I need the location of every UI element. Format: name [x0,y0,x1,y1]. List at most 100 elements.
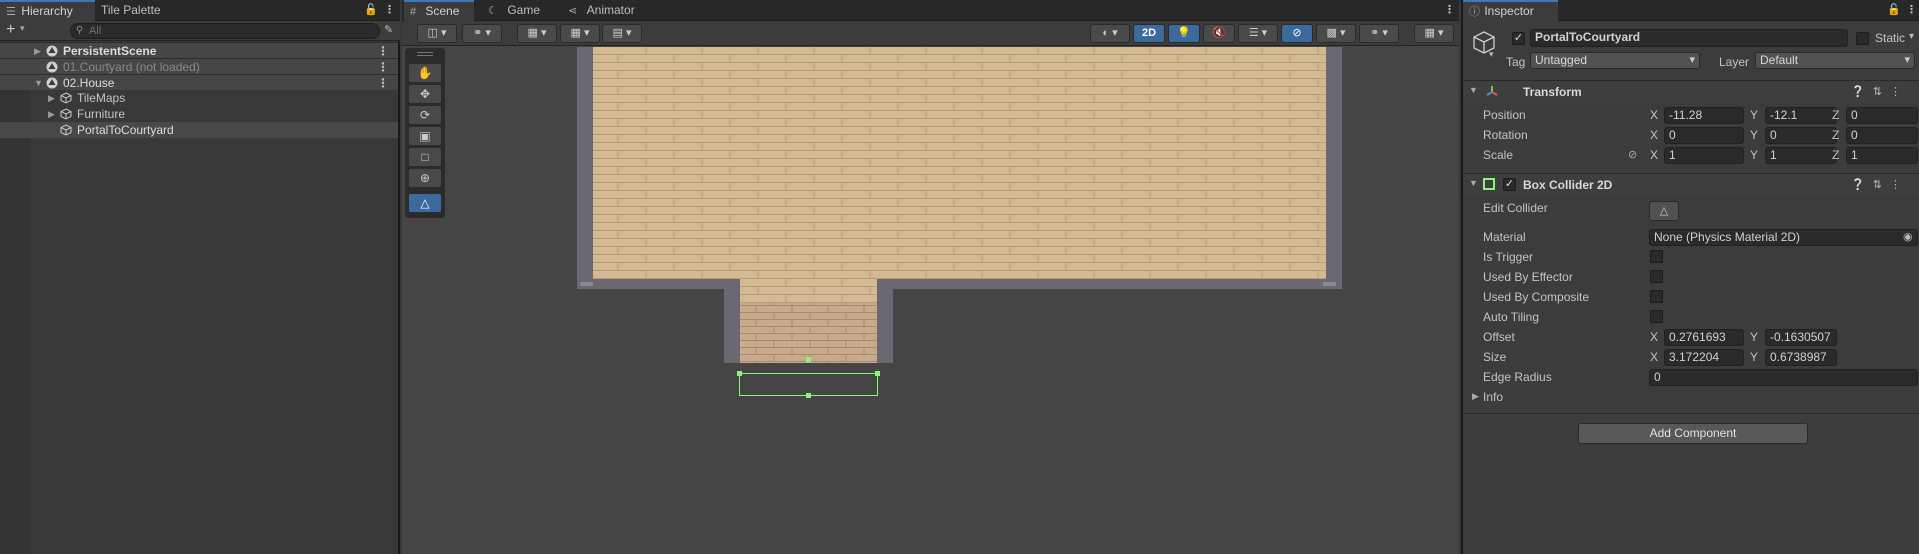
expand-arrow-icon[interactable]: ▶ [48,90,55,106]
2d-toggle-button[interactable]: 2D [1133,24,1165,43]
gameobject-cube-icon [60,92,72,104]
rotation-label: Rotation [1483,128,1528,142]
rotation-x-field[interactable]: 0 [1664,127,1744,144]
material-field[interactable]: None (Physics Material 2D) [1649,229,1918,246]
increment-snap-dropdown[interactable]: ▦ ▾ [560,24,600,43]
add-button[interactable]: + [6,21,15,39]
position-y-field[interactable]: -12.1 [1765,107,1837,124]
scene-row-courtyard[interactable]: 01.Courtyard (not loaded) ⋮ [0,58,398,74]
info-row[interactable]: ▶ Info [1463,387,1919,407]
info-icon: ⓘ [1469,6,1480,18]
component-enabled-checkbox[interactable]: ✓ [1503,178,1516,191]
used-by-effector-checkbox[interactable] [1650,270,1663,283]
expand-arrow-icon[interactable]: ▶ [48,106,55,122]
item-label: TileMaps [77,91,126,105]
scene-label: 01.Courtyard (not loaded) [63,60,200,74]
scene-row-persistent[interactable]: ▶ PersistentScene ⋮ [0,42,398,58]
tab-inspector[interactable]: ⓘ Inspector [1463,0,1558,21]
static-dropdown-icon[interactable]: ▾ [1909,31,1914,42]
object-name-field[interactable]: PortalToCourtyard [1530,29,1848,47]
audio-toggle-button[interactable]: 🔇 [1203,24,1235,43]
tab-game[interactable]: ☾ Game [482,0,552,21]
gameobject-cube-icon [60,124,72,136]
edit-collider-button[interactable]: △ [1649,201,1679,221]
offset-x-field[interactable]: 0.2761693 [1664,329,1744,346]
unity-scene-icon [46,45,58,57]
constrain-proportions-icon[interactable]: ⊘ [1628,148,1637,161]
used-by-composite-checkbox[interactable] [1650,290,1663,303]
expand-arrow-icon[interactable]: ▶ [1472,391,1479,402]
collapse-arrow-icon[interactable]: ▼ [34,75,43,91]
position-z-field[interactable]: 0 [1846,107,1918,124]
lock-icon[interactable]: 🔓 [1887,3,1901,16]
rotation-y-field[interactable]: 0 [1765,127,1837,144]
scale-x-field[interactable]: 1 [1664,147,1744,164]
tab-tile-palette[interactable]: Tile Palette [95,0,190,21]
add-dropdown-icon[interactable]: ▾ [20,23,25,34]
hierarchy-item-furniture[interactable]: ▶ Furniture [0,106,398,122]
scale-z-field[interactable]: 1 [1846,147,1918,164]
box-collider-gizmo[interactable] [739,373,878,396]
rotation-z-field[interactable]: 0 [1846,127,1918,144]
info-label: Info [1483,390,1504,404]
scene-menu-icon[interactable]: ⋮ [377,59,389,75]
grid-snap-icon: ▦ ▾ [527,27,547,39]
more-options-icon[interactable]: ⋮ [1444,3,1455,16]
collider-handle[interactable] [806,357,811,362]
lighting-toggle-button[interactable]: 💡 [1168,24,1200,43]
gizmos-dropdown[interactable]: ▦ ▾ [1414,24,1454,43]
collider-handle[interactable] [737,371,742,376]
collider-handle[interactable] [806,393,811,398]
global-local-dropdown[interactable]: ⚭ ▾ [462,24,502,43]
tab-scene-label: Scene [425,4,460,18]
edge-radius-field[interactable]: 0 [1649,369,1918,386]
size-row: Size X 3.172204 Y 0.6738987 [1463,347,1919,367]
expand-arrow-icon[interactable]: ▶ [34,43,41,59]
is-trigger-checkbox[interactable] [1650,250,1663,263]
tab-hierarchy[interactable]: ☰ Hierarchy [0,0,95,21]
transform-header[interactable]: ▼ Transform ❔⇅⋮ [1463,80,1919,102]
more-options-icon[interactable]: ⋮ [384,3,395,16]
lock-icon[interactable]: 🔓 [364,3,378,16]
scene-visibility-icon[interactable]: ✎ [384,23,393,36]
tab-scene[interactable]: # Scene [404,0,474,21]
size-y-field[interactable]: 0.6738987 [1765,349,1837,366]
icon-dropdown-icon[interactable]: ▾ [1489,49,1494,60]
draw-mode-dropdown[interactable]: ◫ ▾ [417,24,457,43]
static-checkbox[interactable] [1856,32,1869,45]
object-picker-icon[interactable]: ◉ [1903,230,1913,243]
collapse-arrow-icon[interactable]: ▼ [1469,85,1478,95]
shading-dropdown[interactable]: ◐ ▾ [1090,24,1130,43]
add-component-button[interactable]: Add Component [1578,423,1808,444]
scene-menu-icon[interactable]: ⋮ [377,75,389,91]
search-input[interactable]: ⚲ All [70,23,380,39]
box-collider-header[interactable]: ▼ ✓ Box Collider 2D ❔⇅⋮ [1463,173,1919,195]
component-header-icons[interactable]: ❔⇅⋮ [1851,85,1909,98]
tag-dropdown[interactable]: Untagged [1530,52,1700,69]
component-header-icons[interactable]: ❔⇅⋮ [1851,178,1909,191]
auto-tiling-checkbox[interactable] [1650,310,1663,323]
collapse-arrow-icon[interactable]: ▼ [1469,178,1478,188]
layer-dropdown[interactable]: Default [1755,52,1915,69]
scene-viewport[interactable] [402,47,1459,554]
scene-row-house[interactable]: ▼ 02.House ⋮ [0,74,398,90]
ruler-dropdown[interactable]: ▤ ▾ [602,24,642,43]
scale-y-field[interactable]: 1 [1765,147,1837,164]
grid-snap-dropdown[interactable]: ▦ ▾ [517,24,557,43]
hierarchy-item-portal[interactable]: PortalToCourtyard [0,122,398,138]
offset-y-field[interactable]: -0.1630507 [1765,329,1837,346]
hierarchy-item-tilemaps[interactable]: ▶ TileMaps [0,90,398,106]
effects-dropdown[interactable]: ☰ ▾ [1238,24,1278,43]
active-checkbox[interactable]: ✓ [1512,32,1525,45]
camera-dropdown[interactable]: ▩ ▾ [1316,24,1356,43]
more-options-icon[interactable]: ⋮ [1906,3,1917,16]
tab-animator[interactable]: ⋖ Animator [562,0,652,21]
is-trigger-label: Is Trigger [1483,250,1534,264]
collider-handle[interactable] [875,371,880,376]
scene-menu-icon[interactable]: ⋮ [377,43,389,59]
size-x-field[interactable]: 3.172204 [1664,349,1744,366]
gizmos-globe-dropdown[interactable]: ⚭ ▾ [1359,24,1399,43]
item-label: Furniture [77,107,126,121]
position-x-field[interactable]: -11.28 [1664,107,1744,124]
hidden-objects-toggle[interactable]: ⊘ [1281,24,1313,43]
